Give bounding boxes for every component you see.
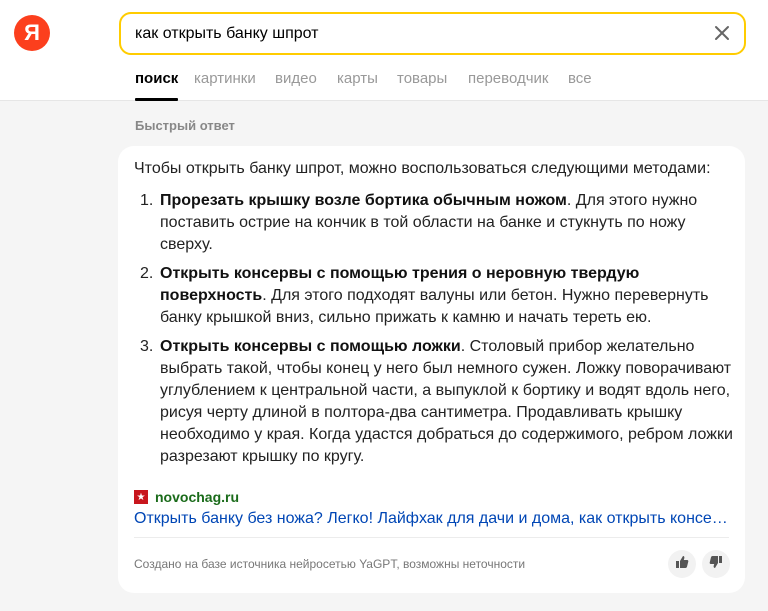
ai-disclaimer: Создано на базе источника нейросетью YaG… [134,557,526,571]
dislike-button[interactable] [702,550,730,578]
header: Я как открыть банку шпрот поиск картинки… [0,0,768,101]
list-item: 1. Прорезать крышку возле бортика обычным… [134,190,734,256]
thumbs-down-icon [708,554,724,575]
item-number: 2. [140,265,154,282]
divider [134,537,729,538]
source-link[interactable]: Открыть банку без ножа? Легко! Лайфхак д… [134,508,734,530]
tab-all[interactable]: все [568,70,592,87]
favicon-icon: ★ [134,490,148,504]
search-input[interactable]: как открыть банку шпрот [135,25,319,43]
yandex-logo[interactable]: Я [14,15,50,51]
source[interactable]: ★ novochag.ru [134,488,239,506]
search-box[interactable]: как открыть банку шпрот [119,12,746,55]
item-number: 3. [140,338,154,355]
tab-images[interactable]: картинки [194,70,256,87]
close-icon[interactable] [712,23,732,43]
item-title: Прорезать крышку возле бортика обычным н… [160,192,567,209]
tab-translator[interactable]: переводчик [468,70,548,87]
item-number: 1. [140,192,154,209]
item-text: . Столовый прибор желательно выбрать так… [160,338,733,465]
quick-answer-card: Чтобы открыть банку шпрот, можно восполь… [118,146,745,593]
tab-video[interactable]: видео [275,70,317,87]
thumbs-up-icon [674,554,690,575]
tab-goods[interactable]: товары [397,70,447,87]
item-title: Открыть консервы с помощью ложки [160,338,461,355]
quick-answer-label: Быстрый ответ [135,118,235,133]
list-item: 2. Открыть консервы с помощью трения о не… [134,263,734,329]
answer-intro: Чтобы открыть банку шпрот, можно восполь… [134,160,711,177]
answer-list: 1. Прорезать крышку возле бортика обычным… [134,190,734,475]
list-item: 3. Открыть консервы с помощью ложки. Стол… [134,336,734,468]
like-button[interactable] [668,550,696,578]
active-tab-indicator [135,98,178,101]
source-site[interactable]: novochag.ru [155,489,239,505]
tab-search[interactable]: поиск [135,70,178,87]
tab-maps[interactable]: карты [337,70,378,87]
